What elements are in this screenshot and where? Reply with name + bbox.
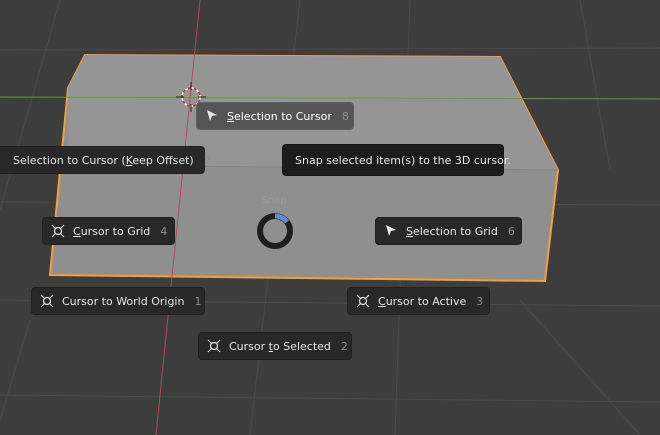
pie-item-cursor-to-active[interactable]: Cursor to Active 3	[347, 287, 490, 315]
pie-item-cursor-to-selected[interactable]: Cursor to Selected 2	[198, 332, 352, 360]
pie-item-hotkey: 3	[476, 294, 484, 308]
pie-item-selection-to-grid[interactable]: Selection to Grid 6	[375, 217, 522, 245]
cursor-target-icon	[207, 338, 221, 354]
pie-item-selection-to-cursor[interactable]: Selection to Cursor 8	[196, 102, 354, 130]
pie-direction-indicator	[257, 213, 293, 249]
pie-item-hotkey: 4	[160, 224, 168, 238]
pie-item-label: Cursor to Selected	[229, 339, 331, 353]
pie-item-label: Selection to Grid	[406, 224, 498, 238]
tooltip: Snap selected item(s) to the 3D cursor.	[282, 144, 511, 176]
pie-item-hotkey: 8	[341, 109, 349, 123]
cursor-arrow-icon	[205, 108, 219, 124]
pie-menu-title: Snap	[261, 195, 287, 206]
pie-item-label: Selection to Cursor (Keep Offset)	[13, 153, 194, 167]
pie-item-cursor-to-grid[interactable]: Cursor to Grid 4	[42, 217, 175, 245]
pie-item-hotkey: 1	[194, 294, 202, 308]
pie-item-label: Cursor to Grid	[73, 224, 151, 238]
pie-item-hotkey: 2	[340, 339, 348, 353]
pie-item-hotkey: 7	[203, 153, 211, 167]
cursor-target-icon	[40, 293, 54, 309]
cursor-target-icon	[51, 223, 65, 239]
pie-item-cursor-to-world-origin[interactable]: Cursor to World Origin 1	[31, 287, 205, 315]
cursor-target-icon	[356, 293, 370, 309]
pie-item-hotkey: 6	[507, 224, 515, 238]
pie-item-label: Selection to Cursor	[227, 109, 332, 123]
pie-item-label: Cursor to Active	[378, 294, 467, 308]
pie-item-selection-to-cursor-keep-offset[interactable]: Selection to Cursor (Keep Offset) 7	[0, 146, 211, 174]
cursor-arrow-icon	[384, 223, 398, 239]
pie-item-label: Cursor to World Origin	[62, 294, 185, 308]
